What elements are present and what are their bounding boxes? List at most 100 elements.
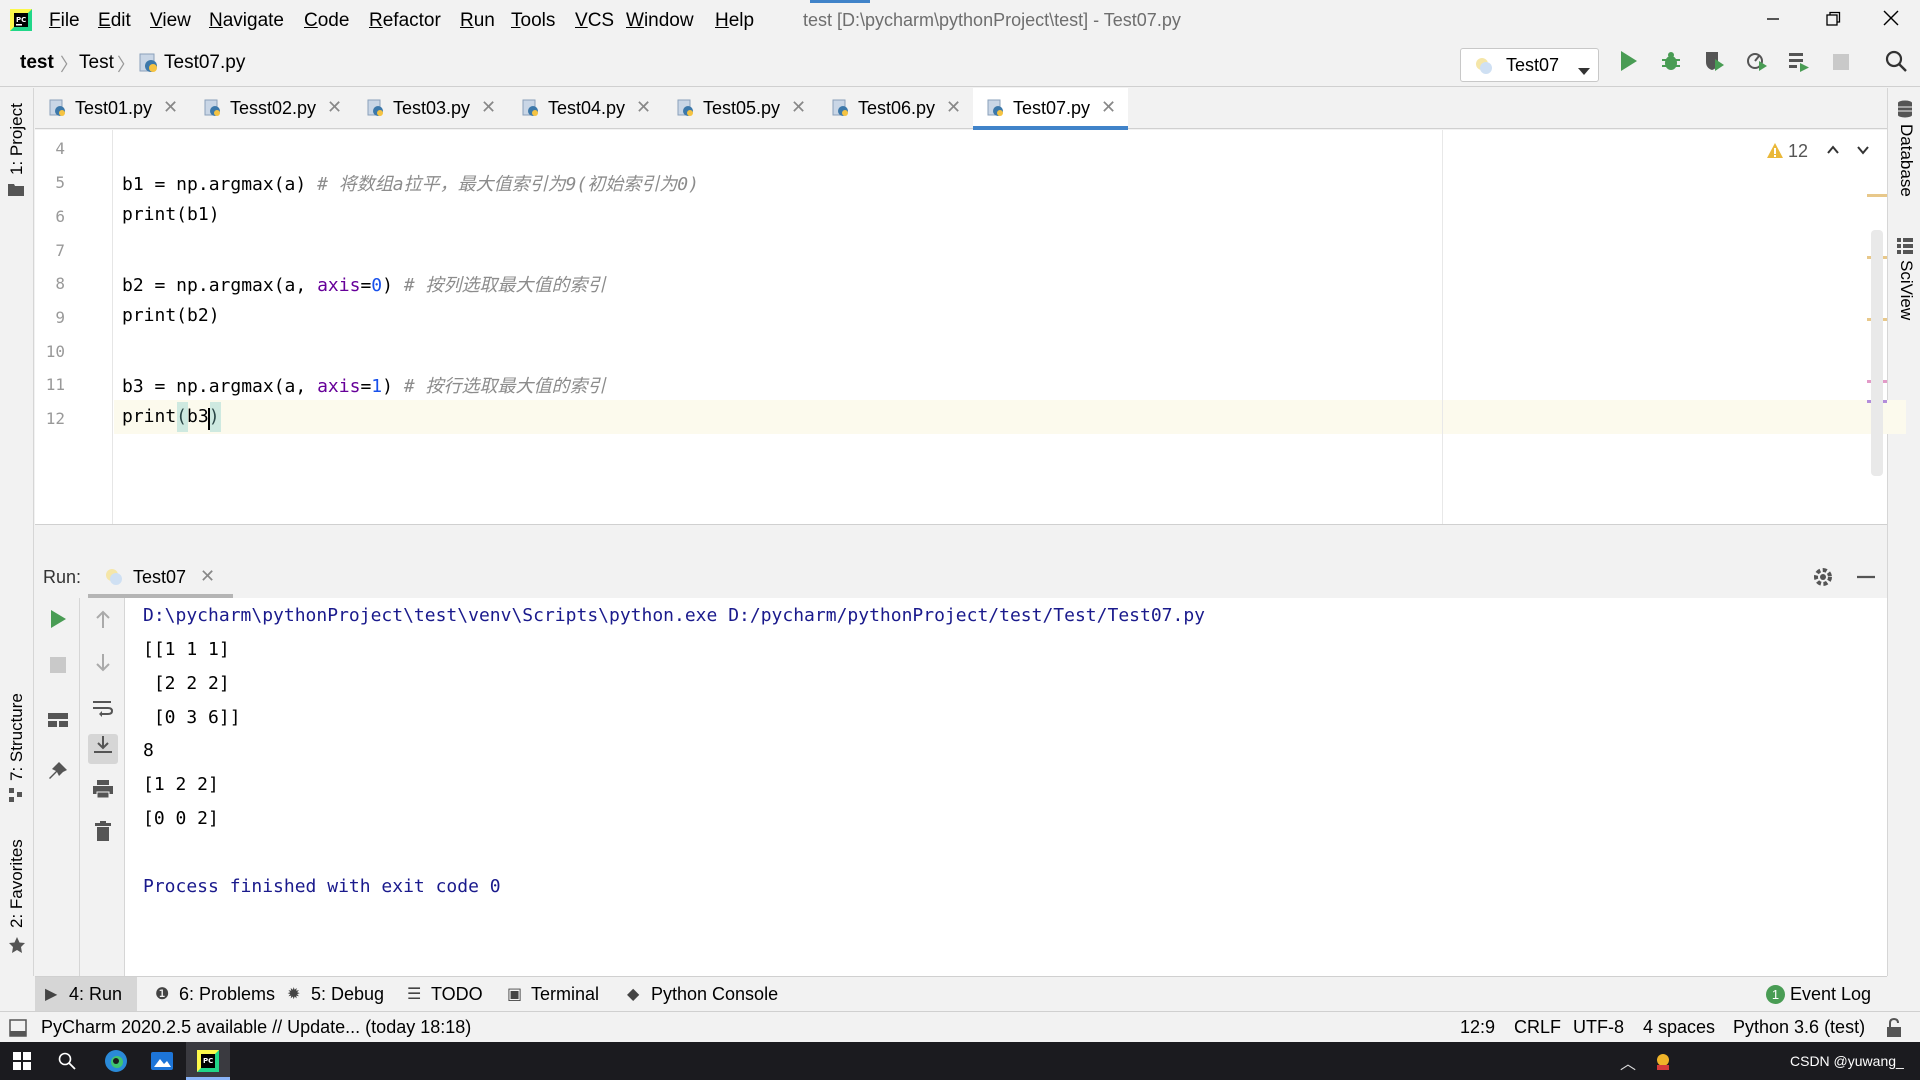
- tab-tesst02[interactable]: Tesst02.py ✕: [190, 88, 353, 129]
- edge-browser-icon[interactable]: [104, 1049, 128, 1073]
- code-paren: ): [382, 275, 393, 296]
- python-interpreter[interactable]: Python 3.6 (test): [1733, 1017, 1865, 1038]
- file-encoding[interactable]: UTF-8: [1573, 1017, 1624, 1038]
- scrollbar-thumb[interactable]: [1871, 230, 1883, 476]
- windows-start-icon[interactable]: [13, 1052, 31, 1070]
- run-with-coverage-button[interactable]: [1700, 50, 1728, 78]
- line-number: 8: [55, 274, 65, 293]
- menu-window[interactable]: Window: [626, 10, 694, 32]
- pin-tab-button[interactable]: [43, 760, 73, 790]
- code-number: 0: [371, 275, 383, 296]
- pycharm-taskbar-button[interactable]: PC: [186, 1042, 230, 1080]
- folder-icon: [8, 180, 24, 201]
- hide-panel-icon[interactable]: [1855, 566, 1877, 588]
- status-message[interactable]: PyCharm 2020.2.5 available // Update... …: [41, 1017, 471, 1038]
- tool-tab-event-log[interactable]: 1 Event Log: [1756, 977, 1881, 1012]
- tool-tab-run[interactable]: ▶ 4: Run: [35, 977, 137, 1012]
- run-configuration-selector[interactable]: Test07: [1460, 48, 1599, 82]
- close-tab-icon[interactable]: ✕: [636, 97, 651, 118]
- print-button[interactable]: [88, 778, 118, 808]
- tool-tab-debug[interactable]: ✹ 5: Debug: [277, 977, 397, 1012]
- line-separator[interactable]: CRLF: [1514, 1017, 1561, 1038]
- menu-tools[interactable]: Tools: [511, 10, 555, 32]
- breadcrumb-file[interactable]: Test07.py: [164, 52, 245, 74]
- console-line: [0 3 6]]: [143, 707, 241, 728]
- tray-app-icon[interactable]: [1654, 1053, 1672, 1071]
- tool-tab-terminal[interactable]: ▣ Terminal: [497, 977, 617, 1012]
- close-tab-icon[interactable]: ✕: [791, 97, 806, 118]
- menu-edit[interactable]: Edit: [98, 10, 131, 32]
- run-console-output[interactable]: D:\pycharm\pythonProject\test\venv\Scrip…: [125, 598, 1887, 976]
- tool-window-sciview[interactable]: SciView: [1892, 236, 1918, 356]
- toggle-tool-windows-icon[interactable]: [9, 1019, 27, 1037]
- search-icon[interactable]: [58, 1052, 76, 1070]
- menu-help[interactable]: Help: [715, 10, 754, 32]
- close-tab-icon[interactable]: ✕: [327, 97, 342, 118]
- tab-test05[interactable]: Test05.py ✕: [663, 88, 818, 129]
- close-tab-icon[interactable]: ✕: [163, 97, 178, 118]
- tool-window-structure[interactable]: 7: Structure: [4, 686, 30, 806]
- caret-position[interactable]: 12:9: [1460, 1017, 1495, 1038]
- menu-view[interactable]: View: [150, 10, 191, 32]
- stop-run-button[interactable]: [43, 652, 73, 682]
- tool-window-favorites[interactable]: 2: Favorites: [4, 839, 30, 960]
- close-tab-icon[interactable]: ✕: [1101, 97, 1116, 118]
- tab-test06[interactable]: Test06.py ✕: [818, 88, 973, 129]
- problems-icon: ❶: [155, 986, 170, 1003]
- close-window-button[interactable]: [1861, 4, 1920, 36]
- tool-tab-python-console[interactable]: ◆ Python Console: [617, 977, 797, 1012]
- chevron-down-icon[interactable]: [1856, 144, 1870, 156]
- run-tab-test07[interactable]: Test07 ✕: [88, 555, 233, 598]
- scroll-to-end-button[interactable]: [88, 734, 118, 764]
- tool-tab-todo[interactable]: ☰ TODO: [397, 977, 497, 1012]
- profile-button[interactable]: [1743, 50, 1771, 78]
- indent-setting[interactable]: 4 spaces: [1643, 1017, 1715, 1038]
- gear-icon[interactable]: [1812, 566, 1834, 588]
- close-tab-icon[interactable]: ✕: [200, 566, 215, 587]
- soft-wrap-button[interactable]: [88, 696, 118, 726]
- console-line: [0 0 2]: [143, 808, 219, 829]
- menu-run[interactable]: Run: [460, 10, 495, 32]
- tray-chevron-up-icon[interactable]: ︿: [1620, 1050, 1636, 1074]
- tab-label: Tesst02.py: [230, 98, 317, 118]
- debug-button[interactable]: [1657, 50, 1685, 78]
- clear-all-button[interactable]: [88, 820, 118, 850]
- minimize-button[interactable]: [1743, 4, 1803, 36]
- tab-test07[interactable]: Test07.py ✕: [973, 88, 1128, 130]
- tab-test01[interactable]: Test01.py ✕: [35, 88, 190, 129]
- restore-layout-button[interactable]: [43, 708, 73, 738]
- inspection-widget[interactable]: 12: [1766, 140, 1876, 164]
- concurrency-button[interactable]: [1785, 50, 1813, 78]
- breadcrumb-project[interactable]: test: [20, 52, 54, 74]
- tab-test04[interactable]: Test04.py ✕: [508, 88, 663, 129]
- photos-app-icon[interactable]: [150, 1049, 174, 1073]
- rerun-button[interactable]: [43, 608, 73, 638]
- code-text: print(b1): [122, 204, 220, 225]
- event-count-badge: 1: [1766, 985, 1785, 1004]
- menu-refactor[interactable]: Refactor: [369, 10, 441, 32]
- menu-file[interactable]: File: [49, 10, 80, 32]
- run-button[interactable]: [1614, 50, 1642, 78]
- close-tab-icon[interactable]: ✕: [946, 97, 961, 118]
- menu-navigate[interactable]: Navigate: [209, 10, 284, 32]
- chevron-up-icon[interactable]: [1826, 144, 1840, 156]
- menu-vcs[interactable]: VCS: [575, 10, 614, 32]
- scroll-up-button[interactable]: [88, 608, 118, 638]
- tool-window-database[interactable]: Database: [1892, 96, 1918, 216]
- tool-window-project[interactable]: 1: Project: [4, 100, 30, 200]
- panel-splitter[interactable]: [35, 524, 1887, 555]
- lock-icon[interactable]: [1885, 1018, 1903, 1038]
- tab-test03[interactable]: Test03.py ✕: [353, 88, 508, 129]
- python-file-icon: [139, 53, 159, 78]
- warning-icon: [1767, 143, 1783, 158]
- search-everywhere-button[interactable]: [1882, 50, 1910, 78]
- stop-button[interactable]: [1827, 50, 1855, 78]
- breadcrumb-folder[interactable]: Test: [79, 52, 114, 74]
- scroll-down-button[interactable]: [88, 652, 118, 682]
- restore-icon: [1826, 11, 1841, 26]
- restore-button[interactable]: [1803, 4, 1863, 36]
- code-editor[interactable]: 4 5 6 7 8 9 10 11 12 b1 = np.argmax(a) #…: [35, 130, 1906, 524]
- tool-tab-problems[interactable]: ❶ 6: Problems: [145, 977, 277, 1012]
- close-tab-icon[interactable]: ✕: [481, 97, 496, 118]
- menu-code[interactable]: Code: [304, 10, 349, 32]
